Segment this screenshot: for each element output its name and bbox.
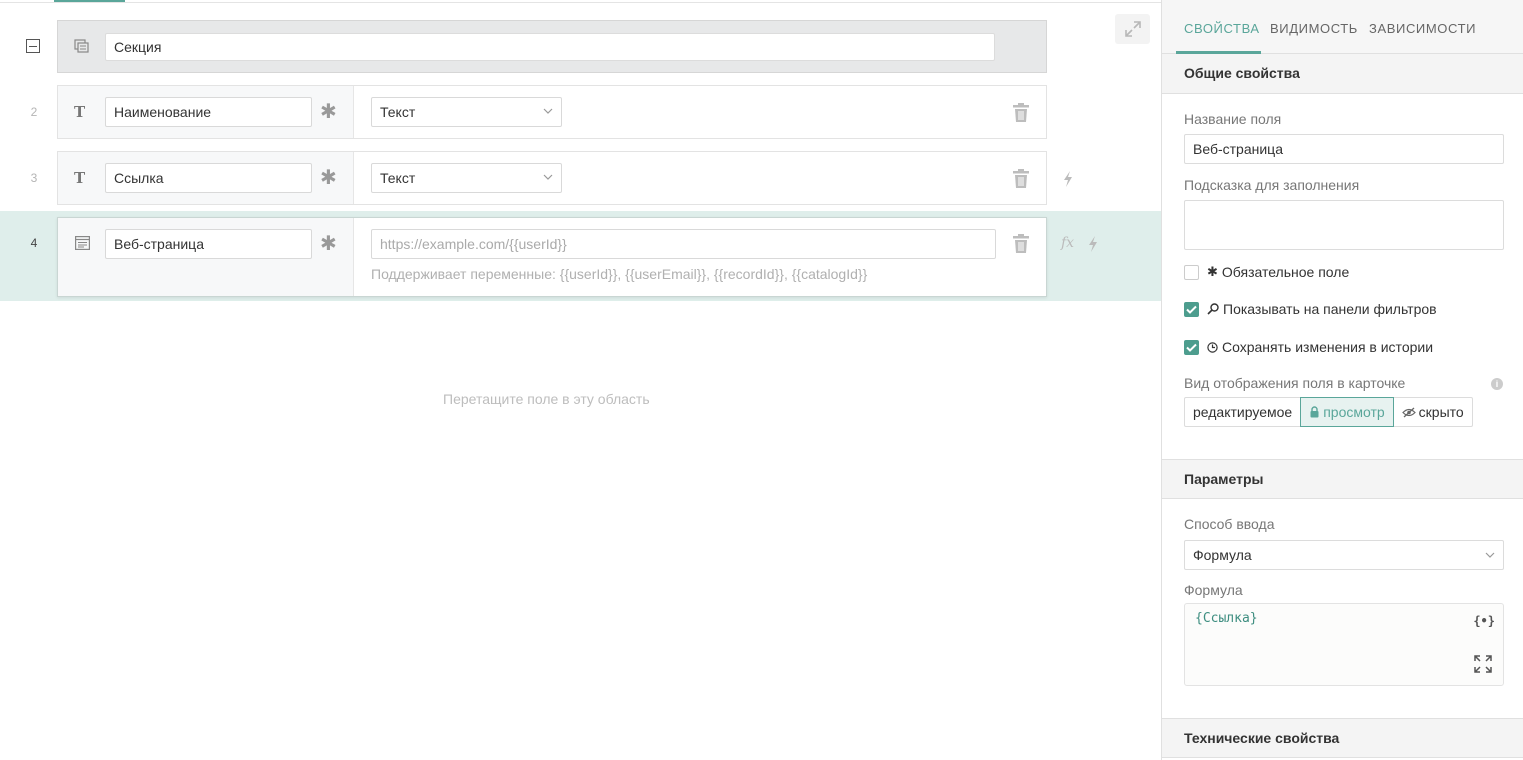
- field-name-input[interactable]: Веб-страница: [105, 229, 312, 259]
- required-label: Обязательное поле: [1221, 264, 1350, 280]
- active-tab-marker: [54, 0, 125, 2]
- input-method-label: Способ ввода: [1184, 516, 1275, 532]
- formula-label: Формула: [1184, 582, 1243, 598]
- expand-button[interactable]: [1115, 14, 1150, 44]
- insert-variable-icon[interactable]: {•}: [1473, 614, 1495, 628]
- display-mode-segmented: редактируемое просмотр скрыто: [1184, 397, 1473, 427]
- field-type-select[interactable]: Текст: [371, 163, 562, 193]
- formula-text[interactable]: {Ссылка}: [1195, 611, 1258, 626]
- history-checkbox-row[interactable]: Сохранять изменения в истории: [1184, 339, 1433, 355]
- field-name-input[interactable]: Ссылка: [105, 163, 312, 193]
- field-name-input[interactable]: Наименование: [105, 97, 312, 127]
- field-row-active[interactable]: Веб-страница ✱ https://example.com/{{use…: [57, 217, 1047, 297]
- webpage-type-icon: [75, 236, 90, 250]
- field-row[interactable]: T Ссылка ✱ Текст: [57, 151, 1047, 205]
- display-hidden-option[interactable]: скрыто: [1392, 397, 1473, 427]
- field-name-field[interactable]: Веб-страница: [1184, 134, 1504, 164]
- text-type-icon: T: [74, 169, 86, 187]
- display-view-label: просмотр: [1323, 404, 1385, 420]
- required-icon[interactable]: ✱: [320, 99, 337, 124]
- fields-canvas: Секция 2 T Наименование ✱ Текст 3 T Ссыл…: [0, 0, 1161, 760]
- required-icon[interactable]: ✱: [320, 165, 337, 190]
- minus-icon: [29, 45, 37, 47]
- history-checkbox[interactable]: [1184, 339, 1199, 355]
- history-label: Сохранять изменения в истории: [1222, 339, 1434, 355]
- display-mode-label: Вид отображения поля в карточке: [1184, 375, 1406, 391]
- field-type-select[interactable]: Текст: [371, 97, 562, 127]
- filters-checkbox-row[interactable]: Показывать на панели фильтров: [1184, 301, 1437, 317]
- general-section-header[interactable]: Общие свойства: [1162, 54, 1523, 94]
- chevron-down-icon: [1485, 552, 1495, 558]
- lightning-icon[interactable]: [1062, 171, 1074, 187]
- lightning-icon[interactable]: [1087, 236, 1099, 252]
- search-icon: [1207, 303, 1219, 315]
- display-hidden-label: скрыто: [1418, 404, 1464, 420]
- text-type-icon: T: [74, 103, 86, 121]
- display-view-option[interactable]: просмотр: [1300, 397, 1394, 427]
- filters-checkbox[interactable]: [1184, 301, 1199, 317]
- form-builder: Секция 2 T Наименование ✱ Текст 3 T Ссыл…: [0, 0, 1523, 760]
- collapse-section-button[interactable]: [26, 39, 40, 53]
- display-editable-option[interactable]: редактируемое: [1184, 397, 1302, 427]
- trash-icon[interactable]: [1012, 103, 1030, 123]
- field-row[interactable]: T Наименование ✱ Текст: [57, 85, 1047, 139]
- panel-tabs: СВОЙСТВА ВИДИМОСТЬ ЗАВИСИМОСТИ: [1162, 0, 1523, 54]
- input-method-select[interactable]: Формула: [1184, 540, 1504, 570]
- parameters-section-header[interactable]: Параметры: [1162, 459, 1523, 499]
- tab-visibility[interactable]: ВИДИМОСТЬ: [1270, 21, 1358, 36]
- info-icon[interactable]: i: [1491, 378, 1503, 390]
- url-template-input[interactable]: https://example.com/{{userId}}: [371, 229, 996, 259]
- section-name-input[interactable]: Секция: [105, 33, 995, 61]
- lock-icon: [1310, 406, 1319, 418]
- field-name-label: Название поля: [1184, 111, 1282, 127]
- tab-dependencies[interactable]: ЗАВИСИМОСТИ: [1369, 21, 1476, 36]
- input-method-value: Формула: [1193, 547, 1252, 563]
- fullscreen-icon[interactable]: [1473, 654, 1493, 674]
- section-icon: [74, 39, 89, 53]
- trash-icon[interactable]: [1012, 234, 1030, 254]
- chevron-down-icon: [543, 174, 553, 180]
- hint-textarea[interactable]: [1184, 200, 1504, 250]
- technical-section-header[interactable]: Технические свойства: [1162, 718, 1523, 758]
- asterisk-icon: ✱: [1207, 264, 1218, 279]
- required-checkbox-row[interactable]: ✱ Обязательное поле: [1184, 264, 1349, 280]
- drop-zone-hint[interactable]: Перетащите поле в эту область: [443, 391, 650, 407]
- row-number: 2: [30, 105, 38, 119]
- properties-panel: СВОЙСТВА ВИДИМОСТЬ ЗАВИСИМОСТИ Общие сво…: [1161, 0, 1523, 760]
- clock-icon: [1207, 341, 1218, 353]
- section-row[interactable]: Секция: [57, 20, 1047, 73]
- expand-icon: [1124, 21, 1141, 37]
- row-number: 3: [30, 171, 38, 185]
- hint-label: Подсказка для заполнения: [1184, 177, 1360, 193]
- variables-hint: Поддерживает переменные: {{userId}}, {{u…: [371, 266, 868, 282]
- required-checkbox[interactable]: [1184, 264, 1199, 280]
- row-number: 4: [30, 236, 38, 250]
- field-type-value: Текст: [380, 170, 416, 186]
- filters-label: Показывать на панели фильтров: [1223, 301, 1437, 317]
- required-icon[interactable]: ✱: [320, 231, 337, 256]
- trash-icon[interactable]: [1012, 169, 1030, 189]
- formula-icon[interactable]: fx: [1061, 235, 1074, 251]
- check-icon: [1186, 305, 1197, 314]
- eye-off-icon: [1401, 407, 1416, 418]
- tab-properties[interactable]: СВОЙСТВА: [1184, 21, 1260, 36]
- formula-editor[interactable]: {Ссылка} {•}: [1184, 603, 1504, 686]
- field-type-value: Текст: [380, 104, 416, 120]
- top-divider: [0, 2, 1161, 3]
- check-icon: [1186, 343, 1197, 352]
- chevron-down-icon: [543, 108, 553, 114]
